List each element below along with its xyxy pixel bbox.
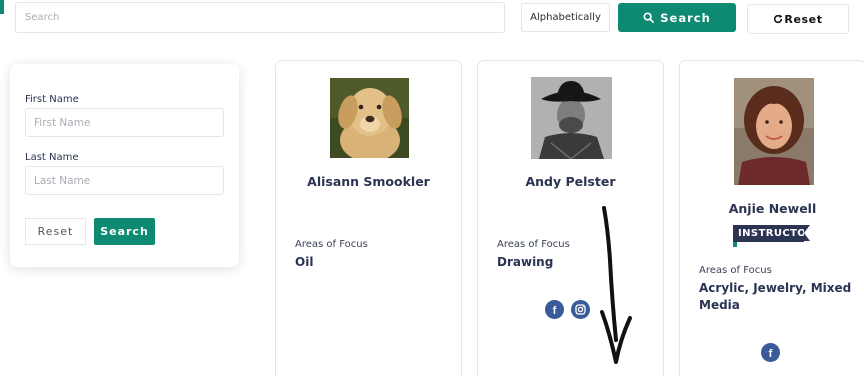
areas-of-focus-label: Areas of Focus — [497, 239, 570, 250]
instructor-photo[interactable] — [531, 77, 612, 159]
instructor-name[interactable]: Alisann Smookler — [276, 174, 461, 189]
sort-select-value: Alphabetically — [530, 12, 601, 23]
facebook-icon[interactable]: f — [545, 300, 564, 319]
filter-reset-button[interactable]: Reset — [25, 218, 86, 245]
svg-text:f: f — [553, 305, 557, 315]
filter-panel: First Name Last Name Reset Search — [10, 64, 239, 267]
filter-reset-label: Reset — [37, 225, 74, 238]
first-name-input[interactable] — [25, 108, 224, 137]
instructor-badge-label: INSTRUCTOR — [738, 228, 815, 239]
directory-page: Alphabetically Search Reset First Name L… — [0, 0, 864, 376]
instructor-card[interactable]: Anjie Newell INSTRUCTOR Areas of Focus A… — [679, 60, 864, 376]
sort-select[interactable]: Alphabetically — [521, 3, 610, 32]
filter-search-label: Search — [100, 225, 149, 238]
filter-search-button[interactable]: Search — [94, 218, 155, 245]
last-name-input[interactable] — [25, 166, 224, 195]
search-button[interactable]: Search — [618, 3, 736, 32]
refresh-icon — [774, 14, 783, 24]
instructor-name[interactable]: Anjie Newell — [680, 201, 864, 216]
instructor-photo[interactable] — [734, 78, 814, 185]
reset-button-label: Reset — [784, 12, 823, 26]
reset-button[interactable]: Reset — [747, 4, 849, 34]
instructor-name[interactable]: Andy Pelster — [478, 174, 663, 189]
areas-of-focus-label: Areas of Focus — [295, 239, 368, 250]
areas-of-focus-value: Oil — [295, 255, 314, 269]
down-arrow-annotation — [600, 206, 632, 364]
facebook-icon[interactable]: f — [761, 343, 780, 362]
instagram-icon[interactable] — [571, 300, 590, 319]
search-input[interactable] — [15, 2, 505, 33]
instructor-badge: INSTRUCTOR — [733, 225, 814, 247]
instructor-photo[interactable] — [330, 78, 409, 158]
search-button-label: Search — [660, 10, 711, 25]
last-name-label: Last Name — [25, 152, 79, 163]
areas-of-focus-value: Acrylic, Jewelry, Mixed Media — [699, 281, 852, 312]
corner-tab — [0, 0, 4, 14]
first-name-label: First Name — [25, 94, 79, 105]
search-icon — [643, 12, 655, 23]
areas-of-focus-label: Areas of Focus — [699, 265, 772, 276]
svg-text:f: f — [769, 348, 773, 358]
instructor-card[interactable]: Alisann Smookler Areas of Focus Oil — [275, 60, 462, 376]
